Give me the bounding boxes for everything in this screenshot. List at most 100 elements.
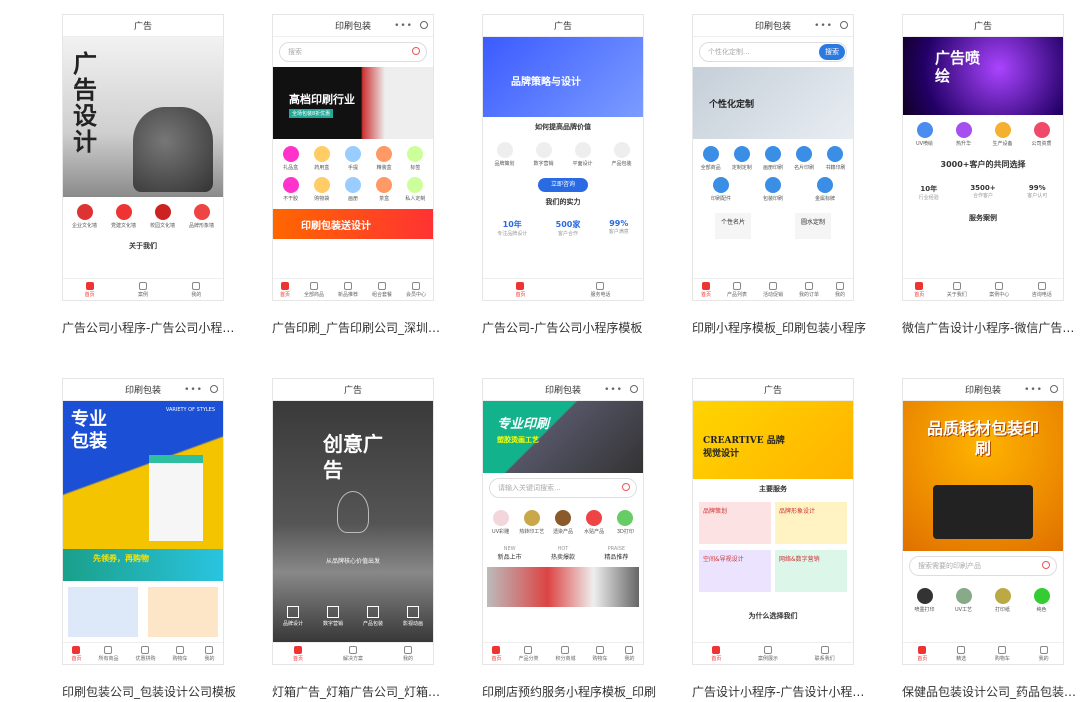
search-input[interactable]: 搜索 (279, 42, 427, 62)
category-item[interactable]: 党建文化墙 (109, 204, 139, 229)
category-item[interactable]: 定制定制 (727, 146, 757, 171)
category-item[interactable]: 精装盒 (369, 146, 399, 171)
tab-item[interactable]: 首页 (293, 646, 303, 662)
hero-banner[interactable]: 专业印刷塑胶烫画工艺 (483, 401, 643, 473)
tab-item[interactable]: 购物车 (592, 646, 607, 662)
service-card[interactable]: 品牌形象设计 (775, 502, 847, 544)
tab-item[interactable]: 组合套餐 (372, 282, 392, 298)
product-card[interactable]: 圆水定制 (795, 213, 831, 239)
category-item[interactable]: 不干胶 (276, 177, 306, 202)
tab-item[interactable]: 优惠拼购 (135, 646, 155, 662)
template-card[interactable]: 印刷包装•••专业印刷塑胶烫画工艺请输入关键词搜索...UV彩雕热转印工艺透染产… (482, 378, 644, 665)
category-item[interactable]: 公司资质 (1027, 122, 1057, 147)
service-card[interactable]: 网络&数字营销 (775, 550, 847, 592)
tab-item[interactable]: 首页 (71, 646, 81, 662)
tab-item[interactable]: 首页 (515, 282, 525, 298)
close-icon[interactable] (840, 21, 848, 29)
hero-banner[interactable]: 广告设计 (63, 37, 223, 197)
template-caption[interactable]: 保健品包装设计公司_药品包装设计 (902, 684, 1077, 700)
tab-item[interactable]: 购物车 (172, 646, 187, 662)
service-card[interactable]: 空间&导视设计 (699, 550, 771, 592)
template-caption[interactable]: 广告印刷_广告印刷公司_深圳广告印刷 (272, 320, 447, 336)
category-item[interactable]: 产品包装 (607, 142, 637, 167)
hero-banner[interactable]: 品牌策略与设计 (483, 37, 643, 117)
tab-item[interactable]: 精选 (956, 646, 966, 662)
service-item[interactable]: 产品包装 (363, 606, 383, 627)
category-item[interactable]: 标签 (400, 146, 430, 171)
service-item[interactable]: 影视动画 (403, 606, 423, 627)
tab-item[interactable]: 案例中心 (989, 282, 1009, 298)
template-caption[interactable]: 广告设计小程序-广告设计小程序模板 (692, 684, 867, 700)
template-card[interactable]: 印刷包装•••品质耗材包装印刷搜索需要的印刷产品喷墨打印UV工艺打印纸纯色首页精… (902, 378, 1064, 665)
search-input[interactable]: 请输入关键词搜索... (489, 478, 637, 498)
hero-banner[interactable]: 创意广告从品牌核心价值出发品牌设计数字营销产品包装影视动画 (273, 401, 433, 646)
category-item[interactable]: 热升华 (949, 122, 979, 147)
template-caption[interactable]: 广告公司小程序-广告公司小程序模板 (62, 320, 237, 336)
hero-banner[interactable]: 品质耗材包装印刷 (903, 401, 1063, 551)
tab-item[interactable]: 首页 (711, 646, 721, 662)
search-input[interactable]: 个性化定制...搜索 (699, 42, 847, 62)
category-item[interactable]: 品牌形象墙 (187, 204, 217, 229)
category-item[interactable]: 茶盒 (369, 177, 399, 202)
category-item[interactable]: 平面设计 (568, 142, 598, 167)
tab-item[interactable]: 解决方案 (343, 646, 363, 662)
category-item[interactable]: 礼品盒 (276, 146, 306, 171)
template-caption[interactable]: 印刷小程序模板_印刷包装小程序 (692, 320, 867, 336)
template-card[interactable]: 印刷包装•••搜索高档印刷行业全场包装8折优惠礼品盒药用盒手提精装盒标签不干胶购… (272, 14, 434, 301)
category-item[interactable]: 金属标牌 (810, 177, 840, 202)
category-item[interactable]: 透染产品 (548, 510, 578, 535)
hero-banner[interactable]: 个性化定制 (693, 67, 853, 139)
tab-item[interactable]: 我的 (191, 282, 201, 298)
search-button[interactable]: 搜索 (819, 44, 845, 60)
tab-item[interactable]: 我的 (624, 646, 634, 662)
consult-button[interactable]: 立即咨询 (538, 178, 588, 192)
category-item[interactable]: 纯色 (1027, 588, 1057, 613)
category-item[interactable]: 手提 (338, 146, 368, 171)
category-item[interactable]: 购物袋 (307, 177, 337, 202)
template-card[interactable]: 广告CREARTIVE 品牌视觉设计主要服务品牌策划品牌形象设计空间&导视设计网… (692, 378, 854, 665)
category-item[interactable]: UV彩雕 (486, 510, 516, 535)
category-item[interactable]: 生产设备 (988, 122, 1018, 147)
template-card[interactable]: 印刷包装•••专业包装VARIETY OF STYLES先领券，再购物首页所有商… (62, 378, 224, 665)
tab-item[interactable]: 联系我们 (815, 646, 835, 662)
category-item[interactable]: 打印纸 (988, 588, 1018, 613)
tab-item[interactable]: 活动促销 (763, 282, 783, 298)
category-item[interactable]: 数字营销 (529, 142, 559, 167)
tab-item[interactable]: 我的订单 (799, 282, 819, 298)
more-icon[interactable]: ••• (1024, 385, 1043, 395)
category-item[interactable]: 印刷配件 (706, 177, 736, 202)
template-caption[interactable]: 印刷包装公司_包装设计公司模板 (62, 684, 237, 700)
category-item[interactable]: 画册印刷 (758, 146, 788, 171)
tab-item[interactable]: 首页 (85, 282, 95, 298)
category-tile[interactable] (68, 587, 138, 637)
template-card[interactable]: 广告品牌策略与设计如何提高品牌价值品牌策划数字营销平面设计产品包装立即咨询我们的… (482, 14, 644, 301)
tab-item[interactable]: 购物车 (995, 646, 1010, 662)
tab-item[interactable]: 我的 (835, 282, 845, 298)
category-item[interactable]: 企业文化墙 (70, 204, 100, 229)
template-caption[interactable]: 印刷店预约服务小程序模板_印刷 (482, 684, 657, 700)
category-item[interactable]: 书籍印刷 (820, 146, 850, 171)
tab-item[interactable]: 首页 (280, 282, 290, 298)
tab-item[interactable]: 会员中心 (406, 282, 426, 298)
category-item[interactable]: 全部商品 (696, 146, 726, 171)
hero-banner[interactable]: 高档印刷行业全场包装8折优惠 (273, 67, 433, 139)
template-card[interactable]: 广告广告喷绘UV喷绘热升华生产设备公司资质3000+客户的共同选择10年行业经验… (902, 14, 1064, 301)
promo-banner[interactable]: 印刷包装送设计 (273, 209, 433, 239)
tab-item[interactable]: 积分商城 (555, 646, 575, 662)
template-card[interactable]: 印刷包装•••个性化定制...搜索个性化定制全部商品定制定制画册印刷名片印刷书籍… (692, 14, 854, 301)
template-card[interactable]: 广告创意广告从品牌核心价值出发品牌设计数字营销产品包装影视动画首页解决方案我的 (272, 378, 434, 665)
close-icon[interactable] (210, 385, 218, 393)
more-icon[interactable]: ••• (604, 385, 623, 395)
more-icon[interactable]: ••• (394, 21, 413, 31)
template-caption[interactable]: 微信广告设计小程序-微信广告设计 (902, 320, 1077, 336)
tab-item[interactable]: 产品列表 (727, 282, 747, 298)
more-icon[interactable]: ••• (184, 385, 203, 395)
category-item[interactable]: 私人定制 (400, 177, 430, 202)
search-input[interactable]: 搜索需要的印刷产品 (909, 556, 1057, 576)
tab-item[interactable]: 我的 (204, 646, 214, 662)
tab-item[interactable]: 新品推荐 (338, 282, 358, 298)
tab-item[interactable]: 服务电话 (590, 282, 610, 298)
tab-item[interactable]: 首页 (701, 282, 711, 298)
category-tab[interactable]: PRAISE精品推荐 (604, 546, 628, 561)
service-item[interactable]: 数字营销 (323, 606, 343, 627)
